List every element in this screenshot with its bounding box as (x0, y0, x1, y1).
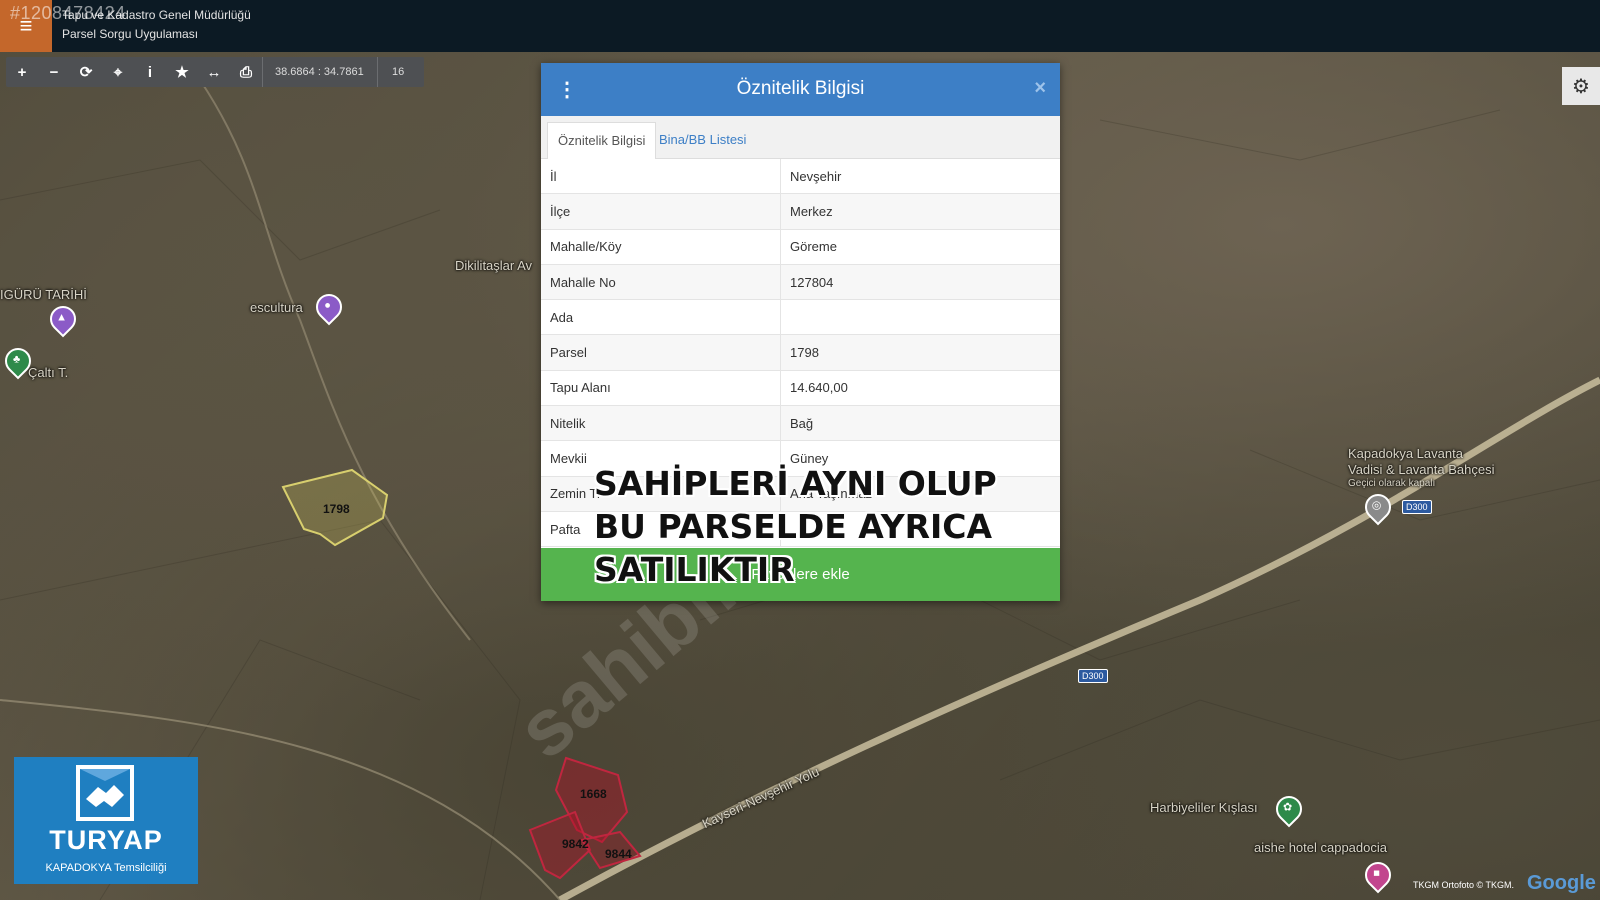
dialog-header: ⋮ Öznitelik Bilgisi × (541, 63, 1060, 116)
map-label-calti: Çaltı T. (28, 365, 69, 380)
gear-icon[interactable]: ⚙ (1562, 67, 1600, 105)
map-attribution[interactable]: TKGM Ortofoto © TKGM. (1413, 880, 1514, 890)
tab-attribute-info[interactable]: Öznitelik Bilgisi (547, 122, 657, 159)
logo-name: TURYAP (49, 825, 163, 855)
table-row: İl Nevşehir (541, 159, 1060, 195)
listing-id-overlay: #1208478424 (10, 3, 126, 23)
attribute-value: 127804 (780, 264, 1060, 301)
map-label-lavanta-2[interactable]: Vadisi & Lavanta Bahçesi (1348, 462, 1494, 477)
table-row: Mahalle No 127804 (541, 264, 1060, 301)
measure-icon[interactable]: ↔ (198, 57, 230, 87)
info-icon[interactable]: i (134, 57, 166, 87)
google-logo: Google (1527, 872, 1596, 894)
table-row: Mahalle/Köy Göreme (541, 229, 1060, 265)
table-row: İlçe Merkez (541, 193, 1060, 230)
table-row: Tapu Alanı 14.640,00 (541, 370, 1060, 407)
attribute-value: Bağ (780, 405, 1060, 442)
attribute-value (780, 299, 1060, 336)
handshake-icon (76, 765, 134, 821)
map-toolbar: + − ⟳ ⌖ i ★ ↔ ⎙ 38.6864 : 34.7861 16 (6, 57, 424, 87)
dialog-title: Öznitelik Bilgisi (736, 78, 865, 99)
parcel-label-9844[interactable]: 9844 (605, 847, 632, 861)
attribute-value: Merkez (780, 193, 1060, 230)
attribute-key: Parsel (541, 334, 781, 371)
coordinate-readout: 38.6864 : 34.7861 (262, 57, 377, 87)
attribute-value: Nevşehir (780, 159, 1060, 195)
road-shield-d300-2: D300 (1078, 669, 1108, 683)
banner-line3: SATILIKTIR (594, 550, 795, 589)
print-icon[interactable]: ⎙ (230, 57, 262, 87)
attribute-key: Ada (541, 299, 781, 336)
locate-icon[interactable]: ⌖ (102, 57, 134, 87)
map-label-lavanta-1[interactable]: Kapadokya Lavanta (1348, 446, 1463, 461)
tab-building-list[interactable]: Bina/BB Listesi (649, 122, 756, 158)
attribute-key: Nitelik (541, 405, 781, 442)
road-shield-d300: D300 (1402, 500, 1432, 514)
app-title-line2: Parsel Sorgu Uygulaması (62, 27, 199, 41)
map-label-dikilitaslar: Dikilitaşlar Av (455, 258, 533, 273)
promo-banner: SAHİPLERİ AYNI OLUP BU PARSELDE AYRICA S… (594, 462, 997, 591)
banner-line1: SAHİPLERİ AYNI OLUP (594, 464, 997, 503)
parcel-label-1668[interactable]: 1668 (580, 787, 607, 801)
refresh-icon[interactable]: ⟳ (70, 57, 102, 87)
top-bar: ≡ Tapu ve Kadastro Genel Müdürlüğü Parse… (0, 0, 1600, 52)
map-label-uguru: IGÜRÜ TARİHİ (0, 287, 87, 302)
parcel-label-1798[interactable]: 1798 (323, 502, 350, 516)
attribute-key: Mahalle No (541, 264, 781, 301)
attribute-value: 14.640,00 (780, 370, 1060, 407)
zoom-in-icon[interactable]: + (6, 57, 38, 87)
attribute-key: İlçe (541, 193, 781, 230)
dialog-tabs: Öznitelik Bilgisi Bina/BB Listesi (541, 116, 1060, 159)
banner-line2: BU PARSELDE AYRICA (594, 507, 993, 546)
attribute-key: İl (541, 159, 781, 195)
logo-subtitle: KAPADOKYA Temsilciliği (45, 862, 167, 874)
map-label-aishe[interactable]: aishe hotel cappadocia (1254, 840, 1387, 855)
map-label-escultura[interactable]: escultura (250, 300, 303, 315)
star-icon[interactable]: ★ (166, 57, 198, 87)
map-label-harbiyeliler[interactable]: Harbiyeliler Kışlası (1150, 800, 1258, 815)
attribute-key: Tapu Alanı (541, 370, 781, 407)
attribute-value: Göreme (780, 229, 1060, 265)
turyap-logo: TURYAP KAPADOKYA Temsilciliği (14, 757, 198, 884)
attribute-key: Mahalle/Köy (541, 229, 781, 265)
map-label-lavanta-3: Geçici olarak kapalı (1348, 478, 1436, 489)
table-row: Nitelik Bağ (541, 405, 1060, 442)
zoom-out-icon[interactable]: − (38, 57, 70, 87)
zoom-level-readout: 16 (377, 57, 418, 87)
parcel-label-9842[interactable]: 9842 (562, 837, 589, 851)
close-icon[interactable]: × (1034, 77, 1046, 100)
table-row: Ada (541, 299, 1060, 336)
attribute-value: 1798 (780, 334, 1060, 371)
table-row: Parsel 1798 (541, 334, 1060, 371)
